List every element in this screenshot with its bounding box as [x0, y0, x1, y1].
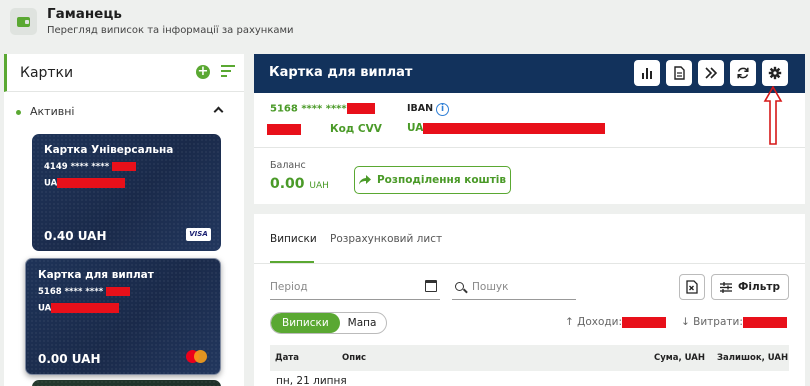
distribute-funds-label: Розподілення коштів — [376, 174, 507, 186]
card-name: Картка Універсальна — [44, 144, 174, 156]
filter-button[interactable]: Фільтр — [711, 274, 789, 300]
card-payouts[interactable]: Картка для виплат 5168 **** **** UA 0.00… — [25, 258, 221, 375]
cards-panel: Картки + Активні Картка Універсальна 414… — [4, 54, 244, 386]
settings-button[interactable] — [762, 60, 788, 86]
forward-icon — [705, 67, 718, 79]
chevron-up-icon[interactable] — [213, 106, 224, 117]
view-toggle: Виписки Мапа — [270, 312, 388, 334]
document-icon — [674, 66, 685, 80]
balance-label: Баланс — [270, 160, 306, 171]
card-detail-title: Картка для виплат — [269, 65, 413, 80]
chart-button[interactable] — [634, 60, 660, 86]
arrow-up-icon: ↑ — [565, 316, 574, 328]
income-label: Доходи: — [577, 316, 623, 328]
cards-title: Картки — [20, 65, 74, 81]
active-dot-icon — [16, 110, 21, 115]
card-universal[interactable]: Картка Універсальна 4149 **** **** UA 0.… — [32, 134, 221, 251]
income-summary: ↑ Доходи: — [565, 316, 667, 328]
mastercard-logo — [186, 350, 208, 364]
segment-map[interactable]: Мапа — [340, 313, 387, 333]
excel-file-icon — [686, 280, 698, 294]
active-group-toggle[interactable]: Активні — [4, 100, 244, 124]
card-detail-header: Картка для виплат — [254, 54, 805, 93]
filter-sliders-icon — [720, 281, 733, 293]
table-header: Дата Опис Сума, UAH Залишок, UAH — [270, 345, 789, 371]
cards-header: Картки + — [4, 54, 244, 92]
tabs-divider — [254, 263, 805, 264]
tab-statements[interactable]: Виписки — [270, 233, 317, 245]
add-card-icon[interactable]: + — [196, 65, 210, 79]
column-balance: Залишок, UAH — [717, 353, 789, 363]
card-detail-panel: Картка для виплат 5168 **** **** Код CVV… — [254, 54, 805, 204]
segment-statements[interactable]: Виписки — [271, 313, 340, 333]
statements-panel: Виписки Розрахунковий лист Період Пошук … — [254, 214, 805, 386]
page-subtitle: Перегляд виписок та інформації за рахунк… — [47, 25, 294, 36]
info-icon[interactable]: i — [436, 103, 449, 116]
annotation-arrow-icon — [763, 86, 783, 145]
cvv-link[interactable]: Код CVV — [330, 123, 382, 135]
card-iban: UA — [44, 178, 126, 189]
card-balance: 0.40 UAH — [44, 229, 107, 243]
column-date: Дата — [275, 353, 299, 363]
filter-label: Фільтр — [738, 281, 780, 293]
period-input[interactable]: Період — [270, 276, 440, 300]
search-placeholder: Пошук — [472, 281, 509, 293]
card-iban: UA — [38, 303, 120, 314]
divider — [254, 147, 805, 148]
settings-icon — [768, 66, 782, 80]
search-input[interactable]: Пошук — [452, 276, 576, 300]
balance-value: 0.00 UAH — [270, 176, 329, 192]
export-excel-button[interactable] — [679, 274, 705, 300]
tab-payslip[interactable]: Розрахунковий лист — [330, 233, 442, 245]
expense-label: Витрати: — [693, 316, 743, 328]
document-button[interactable] — [666, 60, 692, 86]
page-title: Гаманець — [47, 6, 122, 22]
active-group-label: Активні — [30, 105, 75, 118]
distribute-funds-button[interactable]: Розподілення коштів — [354, 166, 511, 194]
redacted-expiry — [267, 124, 301, 135]
card-balance: 0.00 UAH — [38, 352, 101, 366]
card-number: 5168 **** **** — [38, 287, 131, 297]
card-number: 4149 **** **** — [44, 162, 137, 172]
column-amount: Сума, UAH — [654, 353, 705, 363]
date-group-label: пн, 21 липня — [276, 375, 347, 386]
chart-icon — [642, 68, 652, 79]
iban-label: IBAN — [407, 103, 434, 114]
card-partial[interactable] — [32, 380, 221, 386]
expense-summary: ↓ Витрати: — [681, 316, 787, 328]
visa-logo: VISA — [186, 228, 211, 241]
share-arrow-icon — [358, 175, 371, 185]
period-placeholder: Період — [270, 281, 308, 293]
search-icon — [455, 282, 464, 291]
sort-icon[interactable] — [221, 65, 235, 79]
refresh-icon — [737, 67, 749, 79]
card-name: Картка для виплат — [38, 269, 154, 281]
refresh-button[interactable] — [730, 60, 756, 86]
calendar-icon[interactable] — [425, 280, 437, 292]
wallet-icon — [10, 8, 37, 35]
card-number: 5168 **** **** — [270, 103, 375, 115]
app-header: Гаманець Перегляд виписок та інформації … — [0, 0, 810, 44]
arrow-down-icon: ↓ — [681, 316, 690, 328]
forward-button[interactable] — [698, 60, 724, 86]
column-description: Опис — [342, 353, 367, 363]
iban-value: UA — [407, 122, 606, 134]
